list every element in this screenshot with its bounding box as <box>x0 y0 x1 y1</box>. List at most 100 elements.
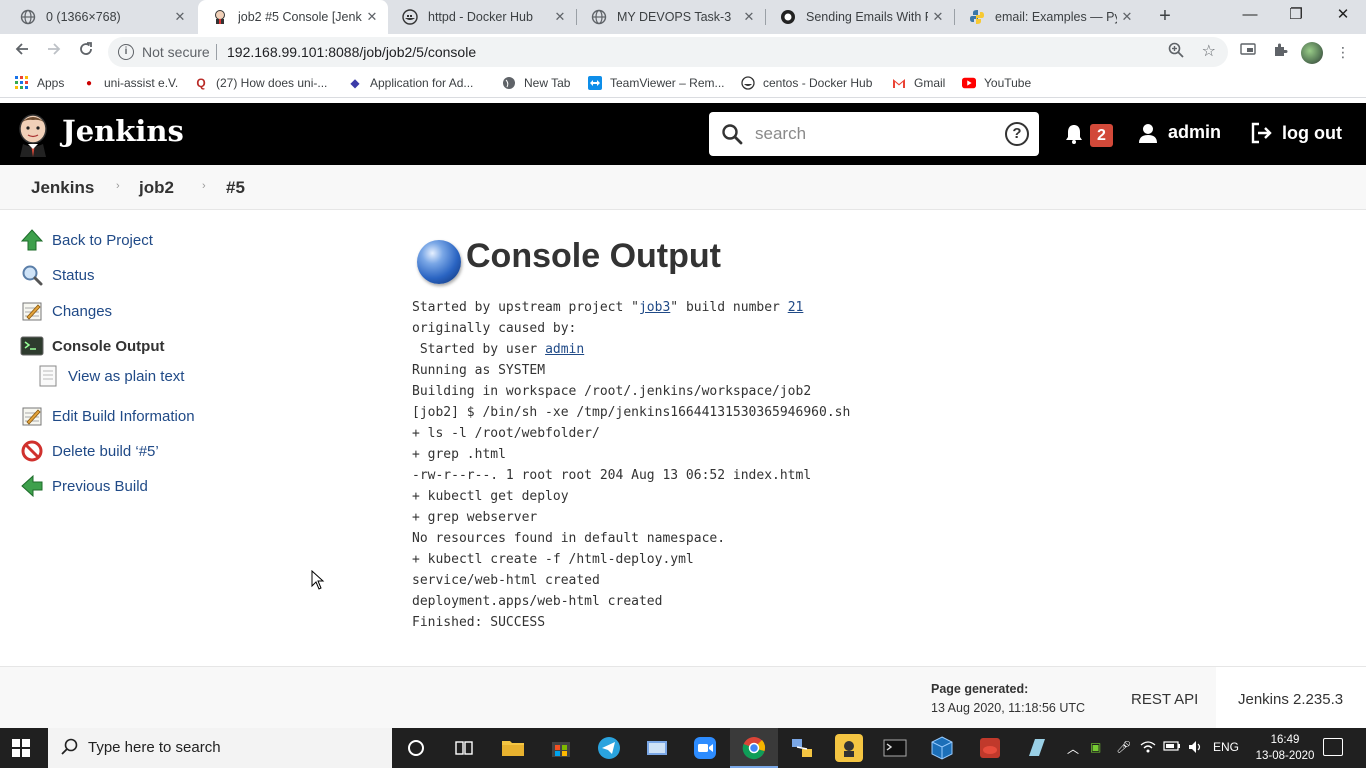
side-delete-build[interactable]: Delete build ‘#5’ <box>20 439 159 463</box>
bookmark-centos[interactable]: centos - Docker Hub <box>741 76 872 90</box>
help-icon[interactable]: ? <box>1005 122 1029 146</box>
bookmark-star-icon[interactable]: ☆ <box>1202 41 1216 61</box>
browser-tab[interactable]: Sending Emails With Py ✕ <box>766 0 954 34</box>
close-tab-icon[interactable]: ✕ <box>1117 9 1137 25</box>
terminal-app-icon[interactable] <box>881 734 909 762</box>
browser-tab[interactable]: 0 (1366×768) ✕ <box>6 0 196 34</box>
new-tab-button[interactable]: + <box>1154 5 1176 27</box>
chrome-icon[interactable] <box>740 734 768 762</box>
wifi-icon[interactable] <box>1140 740 1156 757</box>
rest-api-link[interactable]: REST API <box>1131 691 1198 708</box>
taskbar-search[interactable]: Type here to search <box>48 728 392 768</box>
task-view-icon[interactable] <box>450 734 478 762</box>
jenkins-header: Jenkins ? 2 admin log out <box>0 103 1366 165</box>
cast-icon[interactable] <box>1238 42 1258 62</box>
breadcrumb-jenkins[interactable]: Jenkins <box>31 178 94 198</box>
network-app-icon[interactable] <box>788 734 816 762</box>
build-status-ball-icon <box>417 240 461 284</box>
bookmark-quora[interactable]: Q (27) How does uni-... <box>194 76 327 90</box>
side-back-to-project[interactable]: Back to Project <box>20 228 153 252</box>
browser-tab-strip: 0 (1366×768) ✕ job2 #5 Console [Jenkins]… <box>0 0 1366 34</box>
close-window-button[interactable]: ✕ <box>1320 0 1366 32</box>
action-center-icon[interactable] <box>1323 738 1343 756</box>
app-icon[interactable] <box>643 734 671 762</box>
close-tab-icon[interactable]: ✕ <box>928 9 948 25</box>
volume-icon[interactable] <box>1188 740 1204 757</box>
page-generated-label: Page generated: <box>931 682 1029 696</box>
side-label: Edit Build Information <box>52 407 195 425</box>
globe-icon <box>502 76 516 90</box>
logout-link[interactable]: log out <box>1250 122 1342 144</box>
terminal-icon <box>20 334 44 358</box>
bell-icon[interactable] <box>1063 123 1085 145</box>
url-text[interactable]: 192.168.99.101:8088/job/job2/5/console <box>227 44 476 60</box>
search-icon <box>61 738 79 761</box>
language-indicator[interactable]: ENG <box>1213 740 1239 754</box>
bookmark-apps[interactable]: Apps <box>15 76 64 90</box>
omnibox[interactable]: i Not secure 192.168.99.101:8088/job/job… <box>108 37 1228 67</box>
side-edit-build-info[interactable]: Edit Build Information <box>20 404 195 428</box>
notification-badge[interactable]: 2 <box>1090 124 1113 147</box>
breadcrumb-job2[interactable]: job2 <box>139 178 174 198</box>
taskbar-search-placeholder: Type here to search <box>88 739 221 756</box>
bookmark-gmail[interactable]: Gmail <box>892 76 945 90</box>
jenkins-logo-icon[interactable] <box>16 113 50 157</box>
side-previous-build[interactable]: Previous Build <box>20 474 148 498</box>
side-changes[interactable]: Changes <box>20 299 112 323</box>
close-tab-icon[interactable]: ✕ <box>739 9 759 25</box>
bookmark-teamviewer[interactable]: TeamViewer – Rem... <box>588 76 725 90</box>
close-tab-icon[interactable]: ✕ <box>550 9 570 25</box>
user-link[interactable]: admin <box>545 342 584 357</box>
telegram-icon[interactable] <box>595 734 623 762</box>
console-line: + kubectl get deploy <box>412 489 569 504</box>
side-console-output[interactable]: Console Output <box>20 334 165 358</box>
close-tab-icon[interactable]: ✕ <box>362 9 382 25</box>
app-red-icon[interactable] <box>976 734 1004 762</box>
back-button[interactable] <box>10 40 34 64</box>
bookmark-label: (27) How does uni-... <box>216 76 328 90</box>
bookmark-new-tab[interactable]: New Tab <box>502 76 570 90</box>
bookmark-application[interactable]: ◆ Application for Ad... <box>348 76 473 90</box>
zoom-icon[interactable] <box>1168 42 1184 62</box>
restore-button[interactable]: ❐ <box>1273 0 1319 32</box>
extensions-icon[interactable] <box>1270 42 1290 62</box>
browser-tab-active[interactable]: job2 #5 Console [Jenkins] ✕ <box>198 0 388 34</box>
profile-avatar[interactable] <box>1301 42 1323 64</box>
search-input[interactable] <box>755 122 995 146</box>
user-menu[interactable]: admin <box>1138 122 1221 143</box>
bookmark-uni-assist[interactable]: ● uni-assist e.V. <box>82 76 178 90</box>
info-icon[interactable]: i <box>118 44 134 60</box>
app-teal-icon[interactable] <box>1023 734 1051 762</box>
virtualbox-icon[interactable] <box>928 734 956 762</box>
minimize-button[interactable]: ― <box>1227 0 1273 32</box>
side-status[interactable]: Status <box>20 263 95 287</box>
build-number-link[interactable]: 21 <box>788 300 804 315</box>
taskbar-clock[interactable]: 16:49 13-08-2020 <box>1255 732 1315 764</box>
close-tab-icon[interactable]: ✕ <box>170 9 190 25</box>
browser-tab[interactable]: email: Examples — Pyth ✕ <box>955 0 1143 34</box>
reload-button[interactable] <box>74 40 98 64</box>
jenkins-brand[interactable]: Jenkins <box>62 114 184 148</box>
jenkins-app-icon[interactable] <box>835 734 863 762</box>
bookmark-youtube[interactable]: YouTube <box>962 76 1031 90</box>
zoom-app-icon[interactable] <box>691 734 719 762</box>
forward-button[interactable] <box>42 40 66 64</box>
bookmark-label: TeamViewer – Rem... <box>610 76 725 90</box>
bookmark-label: YouTube <box>984 76 1032 90</box>
side-view-plain-text[interactable]: View as plain text <box>36 364 184 388</box>
browser-tab[interactable]: httpd - Docker Hub ✕ <box>388 0 576 34</box>
browser-menu-icon[interactable]: ⋮ <box>1333 42 1353 62</box>
globe-icon <box>20 9 36 25</box>
cortana-icon[interactable] <box>402 734 430 762</box>
file-explorer-icon[interactable] <box>499 734 527 762</box>
windows-start-icon[interactable] <box>12 739 30 757</box>
breadcrumb-build[interactable]: #5 <box>226 178 245 198</box>
chevron-up-icon[interactable]: ︿ <box>1067 740 1079 757</box>
microphone-icon[interactable]: 🎤︎ <box>1116 740 1131 754</box>
jenkins-version[interactable]: Jenkins 2.235.3 <box>1238 691 1343 708</box>
browser-tab[interactable]: MY DEVOPS Task-3 ✕ <box>577 0 765 34</box>
store-icon[interactable] <box>547 734 575 762</box>
battery-icon[interactable] <box>1163 740 1181 755</box>
tray-app-icon[interactable]: ▣ <box>1090 740 1101 754</box>
upstream-project-link[interactable]: job3 <box>639 300 670 315</box>
